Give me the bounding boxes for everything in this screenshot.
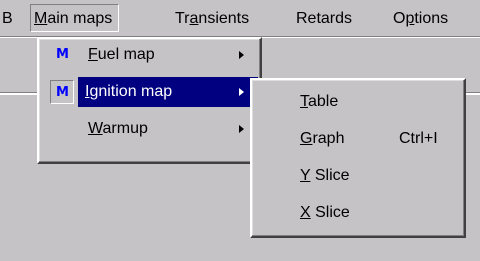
map-m-icon: M bbox=[56, 85, 69, 100]
menu-item-transients[interactable]: Transients bbox=[175, 7, 249, 31]
fuel-map-text: uel map bbox=[97, 46, 155, 63]
menu-item-transients-prefix: Tr bbox=[175, 10, 190, 27]
menu-item-retards[interactable]: Retards bbox=[296, 7, 352, 31]
menu-item-warmup[interactable]: Warmup bbox=[42, 114, 258, 144]
y-slice-text: Slice bbox=[310, 167, 350, 184]
menu-item-table[interactable]: Table bbox=[255, 87, 462, 117]
menu-item-graph[interactable]: Graph Ctrl+I bbox=[255, 124, 462, 154]
menu-item-transients-label: nsients bbox=[198, 10, 250, 27]
menu-item-x-slice-label: X Slice bbox=[300, 198, 350, 228]
menu-bar: B Main maps Transients Retards Options bbox=[0, 0, 480, 36]
menu-item-fuel-map-label: Fuel map bbox=[88, 40, 155, 70]
graph-text: raph bbox=[312, 130, 345, 147]
menu-item-options[interactable]: Options bbox=[393, 7, 448, 31]
ignition-map-text: gnition map bbox=[89, 83, 173, 100]
menu-item-graph-label: Graph bbox=[300, 124, 344, 154]
graph-mnemonic: G bbox=[300, 130, 313, 147]
submenu-arrow-icon bbox=[239, 88, 244, 96]
y-slice-mnemonic: Y bbox=[300, 167, 311, 184]
menu-item-y-slice[interactable]: Y Slice bbox=[255, 161, 462, 191]
menu-item-table-label: Table bbox=[300, 87, 338, 117]
menu-item-fuel-map[interactable]: M Fuel map bbox=[42, 40, 258, 70]
checked-icon-frame: M bbox=[50, 80, 74, 104]
x-slice-mnemonic: X bbox=[300, 204, 311, 221]
map-m-icon: M bbox=[56, 47, 69, 62]
menu-item-options-prefix: O bbox=[393, 10, 406, 27]
menu-item-warmup-label: Warmup bbox=[88, 114, 148, 144]
x-slice-text: Slice bbox=[310, 204, 350, 221]
main-maps-menu: M Fuel map M Ignition map Warmup bbox=[37, 37, 262, 164]
menu-item-main-maps[interactable]: Main maps bbox=[30, 4, 120, 32]
menu-item-b-label: B bbox=[2, 10, 13, 27]
menu-item-options-label: tions bbox=[414, 10, 449, 27]
submenu-arrow-icon bbox=[239, 51, 244, 59]
warmup-mnemonic: W bbox=[88, 120, 103, 137]
table-mnemonic: T bbox=[300, 93, 308, 110]
menu-item-main-maps-mnemonic: M bbox=[34, 10, 48, 27]
menu-item-y-slice-label: Y Slice bbox=[300, 161, 350, 191]
ignition-map-icon-cell: M bbox=[42, 77, 82, 107]
table-text: able bbox=[308, 93, 339, 110]
menu-item-x-slice[interactable]: X Slice bbox=[255, 198, 462, 228]
fuel-map-mnemonic: F bbox=[88, 46, 98, 63]
menu-item-ignition-map[interactable]: Ignition map bbox=[78, 77, 258, 107]
menu-item-retards-label: Retards bbox=[296, 10, 353, 27]
ignition-map-submenu: Table Graph Ctrl+I Y Slice X Slice bbox=[250, 78, 466, 238]
menu-item-ignition-map-label: Ignition map bbox=[85, 77, 172, 107]
menu-item-main-maps-label: ain maps bbox=[47, 10, 113, 27]
submenu-arrow-icon bbox=[239, 125, 244, 133]
graph-shortcut: Ctrl+I bbox=[399, 130, 438, 147]
menu-item-b[interactable]: B bbox=[2, 7, 13, 31]
warmup-text: armup bbox=[102, 120, 148, 137]
